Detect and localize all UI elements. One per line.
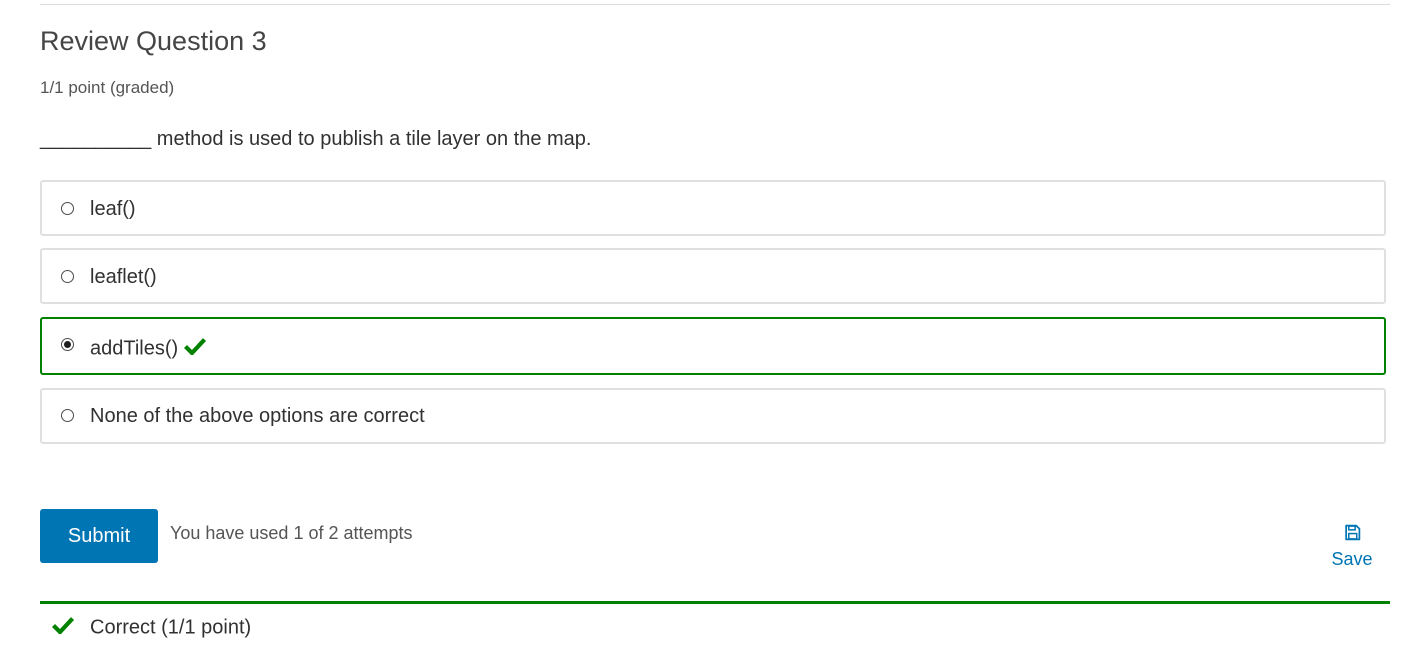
points-graded: 1/1 point (graded) — [40, 78, 175, 97]
top-divider — [40, 4, 1390, 5]
save-button[interactable]: Save — [1324, 524, 1380, 570]
option-none[interactable]: None of the above options are correct — [40, 388, 1386, 444]
submit-button[interactable]: Submit — [40, 509, 158, 563]
radio-leaf[interactable] — [61, 202, 74, 215]
option-label: None of the above options are correct — [90, 405, 425, 427]
feedback-divider — [40, 601, 1390, 604]
option-label-with-check: addTiles() — [90, 337, 207, 361]
option-label: leaflet() — [90, 266, 157, 288]
problem-page: Review Question 3 1/1 point (graded) ___… — [0, 0, 1418, 671]
feedback-text: Correct (1/1 point) — [90, 616, 252, 639]
problem-title: Review Question 3 — [40, 26, 267, 56]
radio-leaflet[interactable] — [61, 270, 74, 283]
floppy-disk-icon — [1344, 524, 1361, 545]
option-addtiles[interactable]: addTiles() — [40, 317, 1386, 375]
radio-addtiles[interactable] — [61, 338, 74, 351]
option-label: leaf() — [90, 198, 136, 220]
feedback-message: Correct (1/1 point) — [52, 616, 251, 640]
option-leaf[interactable]: leaf() — [40, 180, 1386, 236]
option-label: addTiles() — [90, 337, 179, 360]
radio-none[interactable] — [61, 409, 74, 422]
question-prompt: __________ method is used to publish a t… — [40, 128, 592, 150]
attempts-text: You have used 1 of 2 attempts — [170, 523, 413, 543]
option-leaflet[interactable]: leaflet() — [40, 248, 1386, 304]
save-label: Save — [1331, 549, 1373, 569]
check-icon — [184, 337, 207, 361]
check-icon — [52, 616, 75, 640]
